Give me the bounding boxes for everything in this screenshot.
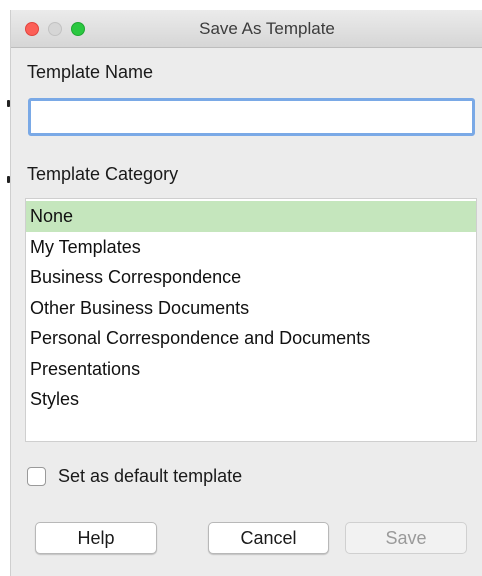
title-bar[interactable]: Save As Template [11,10,482,48]
save-button[interactable]: Save [345,522,467,554]
template-category-list[interactable]: None My Templates Business Correspondence O… [25,198,477,442]
template-name-label: Template Name [27,62,154,82]
category-item[interactable]: Personal Correspondence and Documents [26,323,476,354]
template-name-input[interactable] [28,98,475,136]
template-category-label: Template Category [27,164,179,184]
help-button[interactable]: Help [35,522,157,554]
category-item[interactable]: None [26,201,476,232]
window-title: Save As Template [199,19,335,38]
category-item[interactable]: Other Business Documents [26,293,476,324]
category-item[interactable]: Presentations [26,354,476,385]
category-item[interactable]: Business Correspondence [26,262,476,293]
default-template-checkbox[interactable] [27,466,46,486]
category-item[interactable]: My Templates [26,232,476,263]
cancel-button[interactable]: Cancel [208,522,329,554]
save-as-template-dialog: Save As Template Template Name Template … [10,10,482,576]
default-template-option[interactable]: Set as default template [27,464,242,488]
category-item[interactable]: Styles [26,384,476,415]
default-template-label: Set as default template [58,465,243,486]
